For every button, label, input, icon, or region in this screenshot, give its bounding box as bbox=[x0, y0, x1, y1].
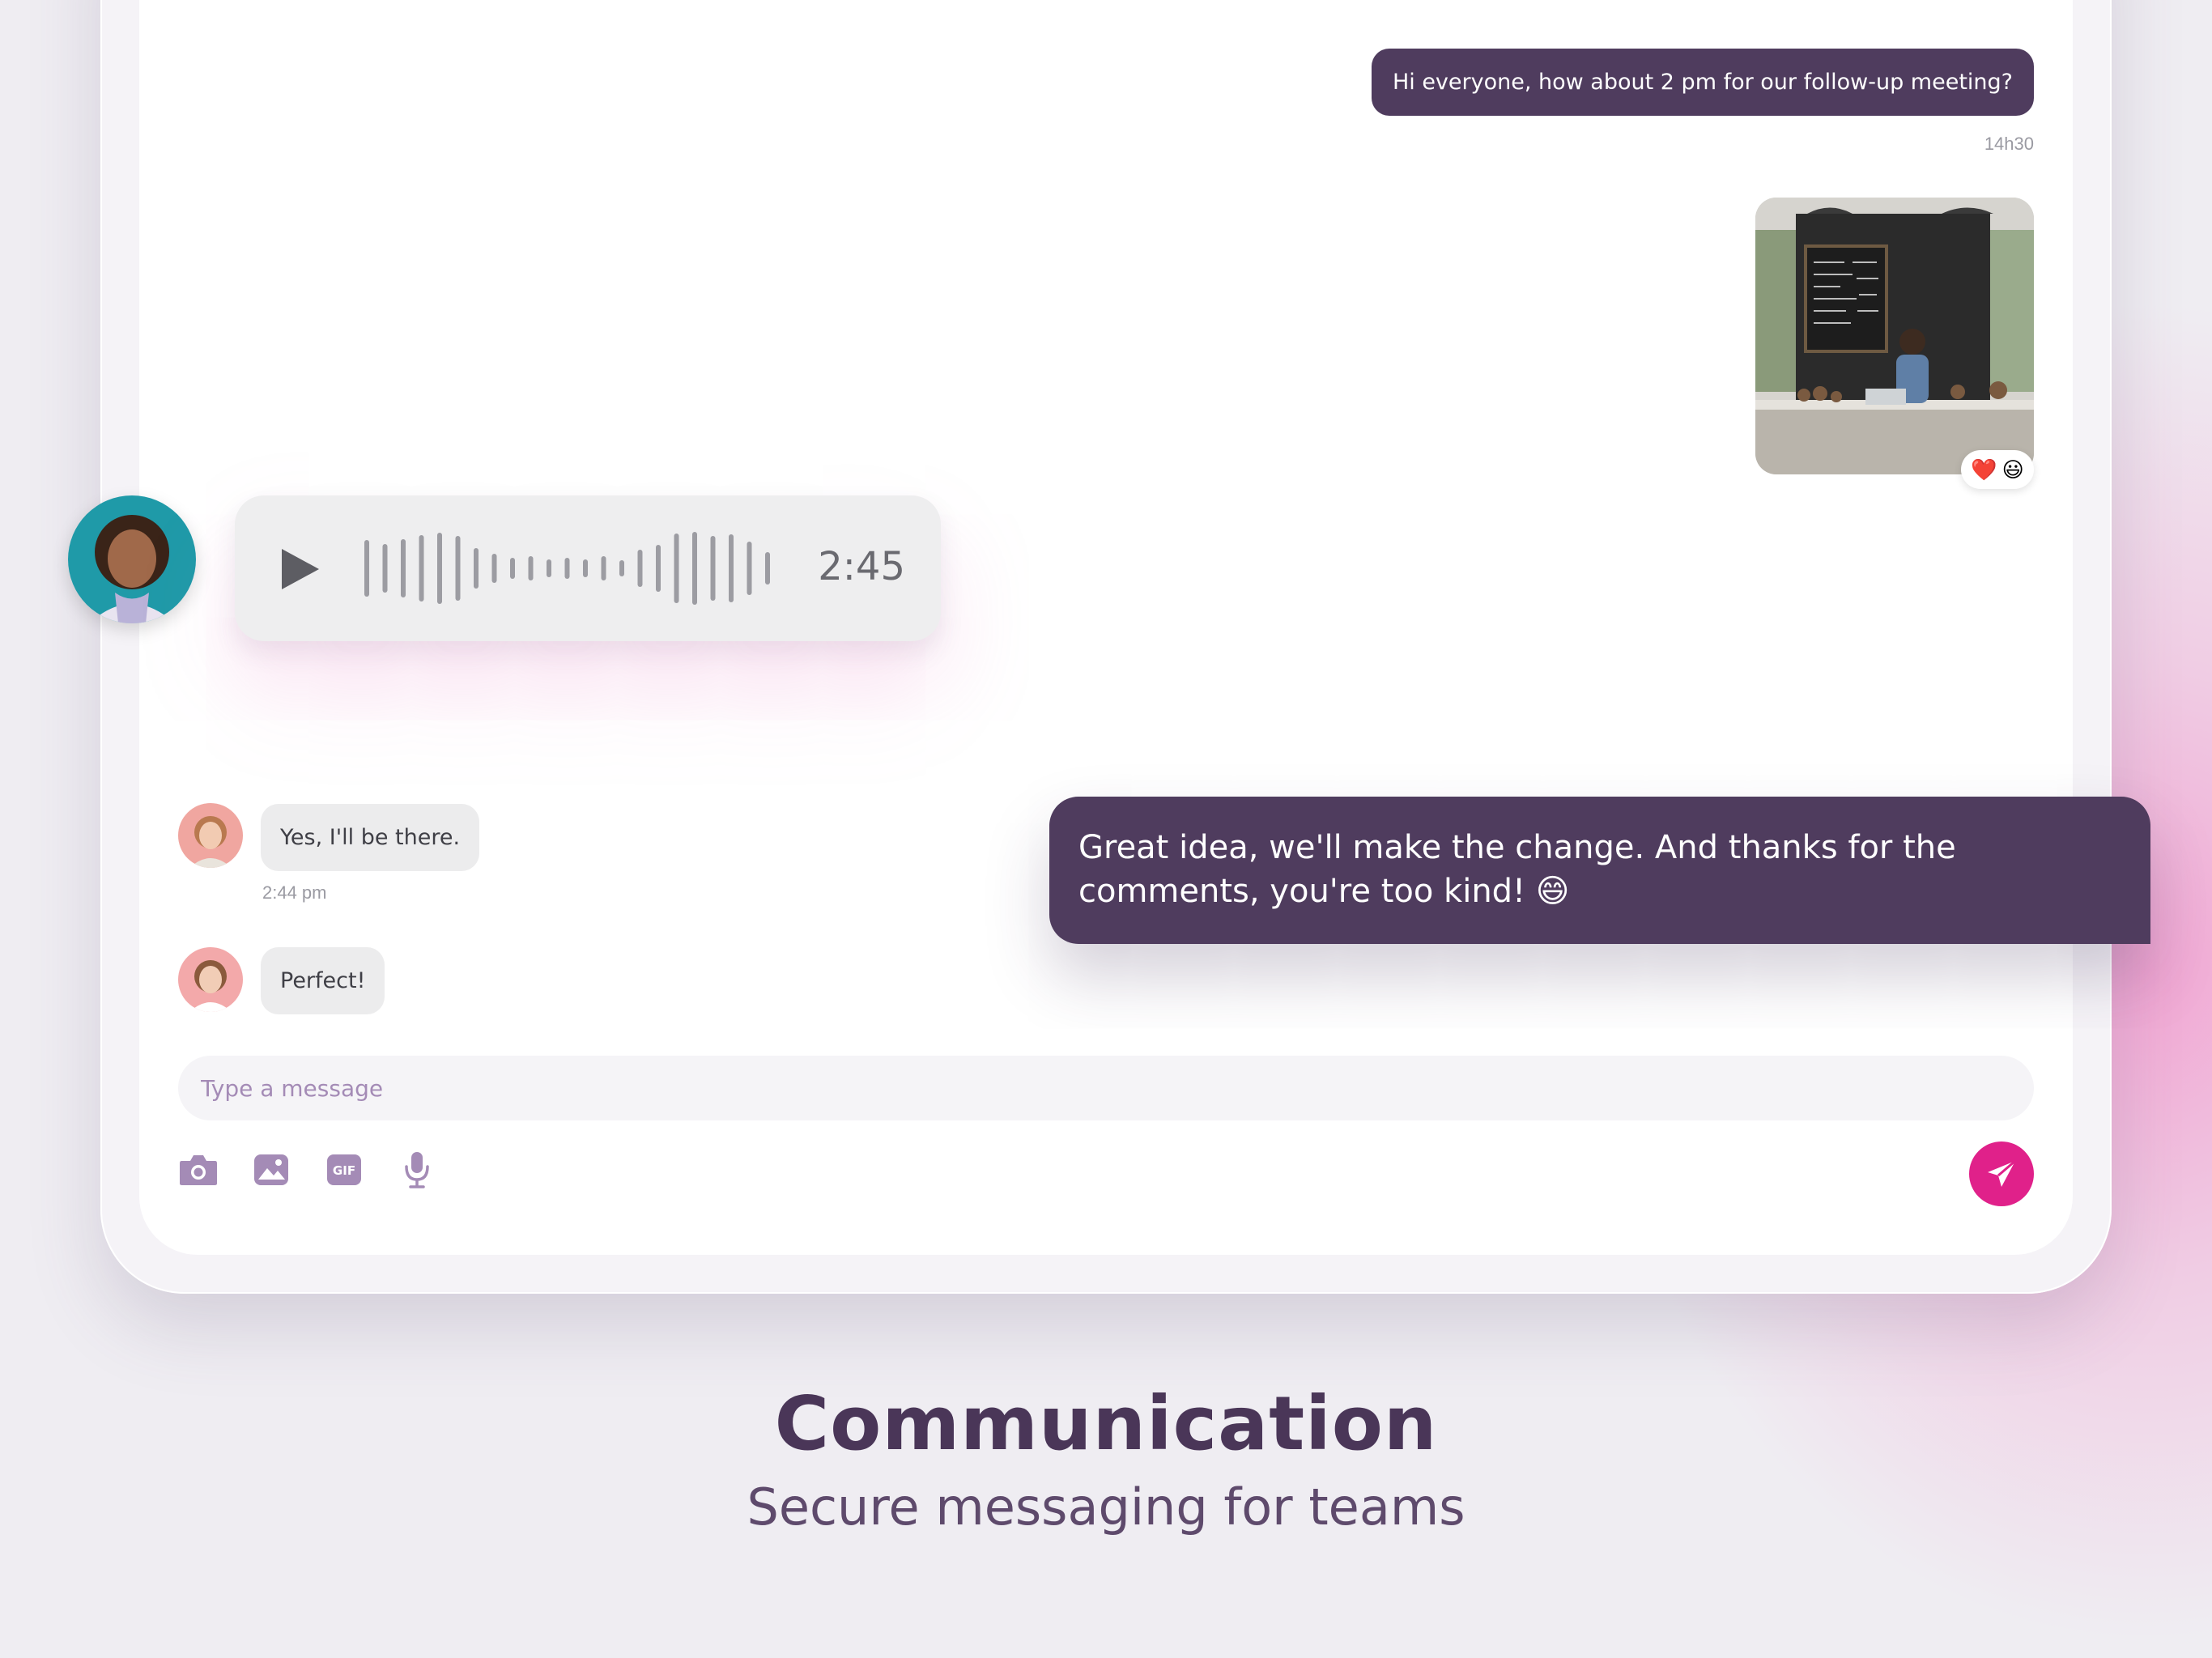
waveform-bar bbox=[729, 534, 734, 602]
avatar[interactable] bbox=[178, 803, 243, 868]
waveform-bar bbox=[601, 556, 606, 580]
waveform-bar bbox=[474, 548, 479, 589]
voice-waveform bbox=[364, 532, 770, 605]
waveform-bar bbox=[510, 558, 515, 579]
avatar-image bbox=[178, 947, 243, 1012]
camera-icon[interactable] bbox=[178, 1150, 219, 1190]
send-button[interactable] bbox=[1969, 1141, 2034, 1206]
message-timestamp: 2:44 pm bbox=[262, 882, 327, 903]
waveform-bar bbox=[401, 539, 406, 597]
waveform-bar bbox=[656, 545, 661, 592]
waveform-bar bbox=[547, 559, 551, 577]
avatar[interactable] bbox=[178, 947, 243, 1012]
incoming-message[interactable]: Yes, I'll be there. bbox=[261, 804, 480, 871]
cafe-photo bbox=[1755, 198, 2034, 474]
message-reactions[interactable]: ❤️ 😃 bbox=[1961, 450, 2034, 489]
avatar-image bbox=[68, 495, 196, 623]
waveform-bar bbox=[364, 540, 369, 597]
microphone-icon[interactable] bbox=[397, 1150, 437, 1190]
waveform-bar bbox=[765, 552, 770, 585]
send-icon bbox=[1988, 1159, 2016, 1187]
incoming-message[interactable]: Perfect! bbox=[261, 947, 385, 1014]
waveform-bar bbox=[692, 532, 697, 605]
image-icon[interactable] bbox=[251, 1150, 291, 1190]
waveform-bar bbox=[564, 558, 570, 579]
voice-sender-avatar[interactable] bbox=[68, 495, 196, 623]
waveform-bar bbox=[437, 533, 442, 604]
message-composer[interactable] bbox=[178, 1056, 2034, 1120]
waveform-bar bbox=[528, 556, 534, 580]
message-input[interactable] bbox=[199, 1073, 2034, 1103]
waveform-bar bbox=[710, 536, 716, 601]
voice-message[interactable]: 2:45 bbox=[235, 495, 941, 641]
waveform-bar bbox=[674, 534, 679, 603]
waveform-bar bbox=[637, 550, 643, 587]
voice-duration: 2:45 bbox=[818, 544, 905, 589]
photo-message[interactable] bbox=[1755, 198, 2034, 474]
avatar-image bbox=[178, 803, 243, 868]
waveform-bar bbox=[583, 559, 588, 577]
message-timestamp: 14h30 bbox=[1984, 134, 2034, 154]
play-icon bbox=[282, 549, 319, 589]
waveform-bar bbox=[619, 560, 624, 576]
outgoing-message[interactable]: Hi everyone, how about 2 pm for our foll… bbox=[1371, 49, 2034, 116]
tablet-frame: Hi everyone, how about 2 pm for our foll… bbox=[100, 0, 2112, 1294]
page-subtitle: Secure messaging for teams bbox=[747, 1477, 1465, 1537]
waveform-bar bbox=[747, 542, 752, 595]
waveform-bar bbox=[382, 544, 388, 593]
heart-reaction[interactable]: ❤️ bbox=[1971, 457, 1997, 483]
waveform-bar bbox=[491, 554, 497, 583]
waveform-bar bbox=[455, 536, 461, 601]
outgoing-message[interactable]: Great idea, we'll make the change. And t… bbox=[1049, 797, 2150, 944]
smile-reaction[interactable]: 😃 bbox=[2002, 457, 2024, 483]
waveform-bar bbox=[419, 535, 424, 602]
composer-toolbar: GIF bbox=[178, 1150, 437, 1190]
gif-icon[interactable]: GIF bbox=[324, 1150, 364, 1190]
play-button[interactable] bbox=[280, 547, 321, 595]
gif-label: GIF bbox=[333, 1163, 355, 1178]
page-title: Communication bbox=[774, 1380, 1438, 1467]
